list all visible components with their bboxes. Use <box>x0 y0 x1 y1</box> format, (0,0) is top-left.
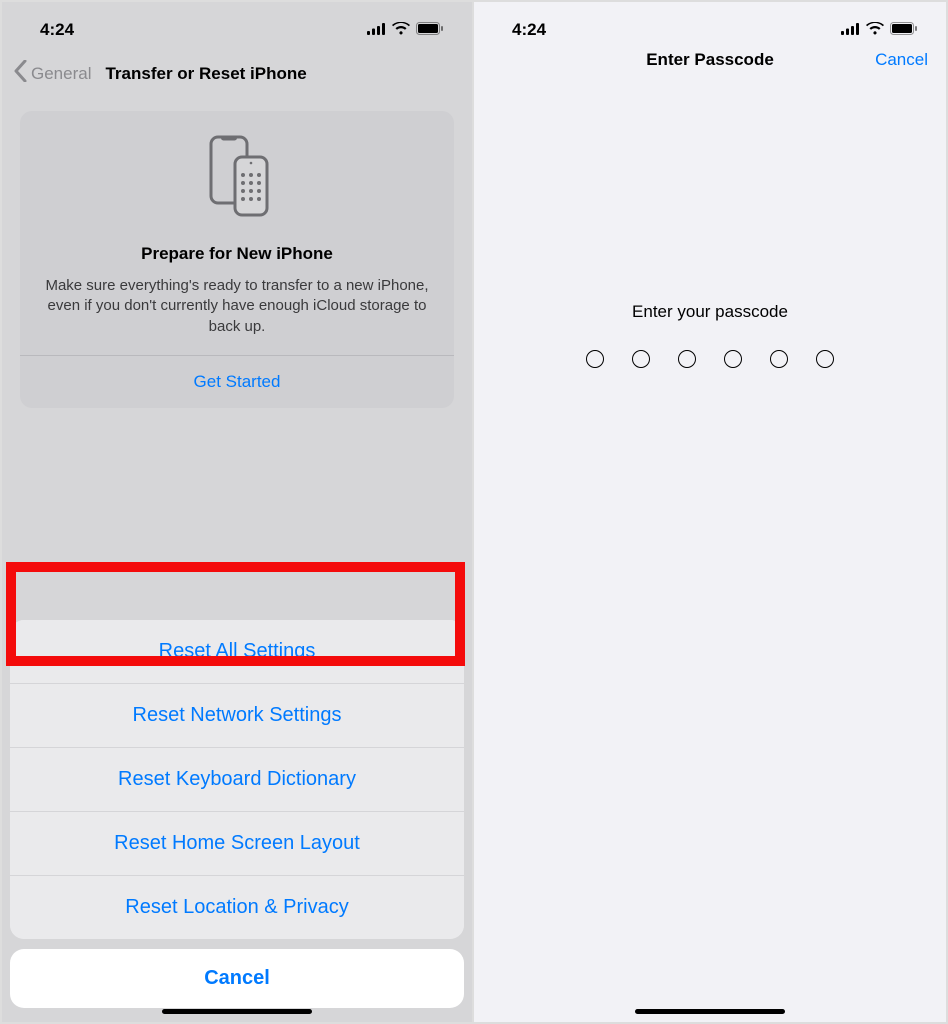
phone-left: 4:24 General Transfer or Reset iPhone <box>2 2 474 1022</box>
reset-network-settings-button[interactable]: Reset Network Settings <box>10 684 464 748</box>
status-icons <box>841 20 918 40</box>
phones-icon <box>38 133 436 226</box>
passcode-prompt: Enter your passcode <box>474 302 946 322</box>
get-started-button[interactable]: Get Started <box>38 356 436 408</box>
passcode-dot <box>678 350 696 368</box>
nav-bar-right: Enter Passcode Cancel <box>474 50 946 74</box>
nav-bar-left: General Transfer or Reset iPhone <box>2 50 472 101</box>
cancel-button[interactable]: Cancel <box>875 50 928 70</box>
passcode-dot <box>632 350 650 368</box>
reset-all-settings-button[interactable]: Reset All Settings <box>10 620 464 684</box>
reset-keyboard-dictionary-button[interactable]: Reset Keyboard Dictionary <box>10 748 464 812</box>
passcode-area: Enter your passcode <box>474 302 946 368</box>
phone-right: 4:24 Enter Passcode Cancel Enter your pa… <box>474 2 946 1022</box>
status-icons <box>367 20 444 40</box>
passcode-dot <box>586 350 604 368</box>
nav-title: Transfer or Reset iPhone <box>105 64 306 84</box>
wifi-icon <box>866 20 884 40</box>
card-title: Prepare for New iPhone <box>38 244 436 264</box>
home-indicator[interactable] <box>635 1009 785 1014</box>
reset-location-privacy-button[interactable]: Reset Location & Privacy <box>10 876 464 939</box>
cellular-icon <box>367 20 386 40</box>
cellular-icon <box>841 20 860 40</box>
passcode-dot <box>724 350 742 368</box>
back-button[interactable]: General <box>14 60 91 87</box>
status-bar: 4:24 <box>2 2 472 50</box>
status-time: 4:24 <box>512 20 546 40</box>
prepare-card: Prepare for New iPhone Make sure everyth… <box>20 111 454 408</box>
reset-home-screen-layout-button[interactable]: Reset Home Screen Layout <box>10 812 464 876</box>
wifi-icon <box>392 20 410 40</box>
passcode-dot <box>816 350 834 368</box>
home-indicator[interactable] <box>162 1009 312 1014</box>
battery-icon <box>890 20 918 40</box>
card-description: Make sure everything's ready to transfer… <box>38 276 436 355</box>
chevron-left-icon <box>14 60 27 87</box>
status-time: 4:24 <box>40 20 74 40</box>
sheet-group: Reset All Settings Reset Network Setting… <box>10 620 464 939</box>
passcode-dot <box>770 350 788 368</box>
back-label: General <box>31 64 91 84</box>
battery-icon <box>416 20 444 40</box>
sheet-cancel-button[interactable]: Cancel <box>10 949 464 1008</box>
reset-action-sheet: Reset All Settings Reset Network Setting… <box>10 620 464 1008</box>
passcode-dots[interactable] <box>474 350 946 368</box>
status-bar: 4:24 <box>474 2 946 50</box>
